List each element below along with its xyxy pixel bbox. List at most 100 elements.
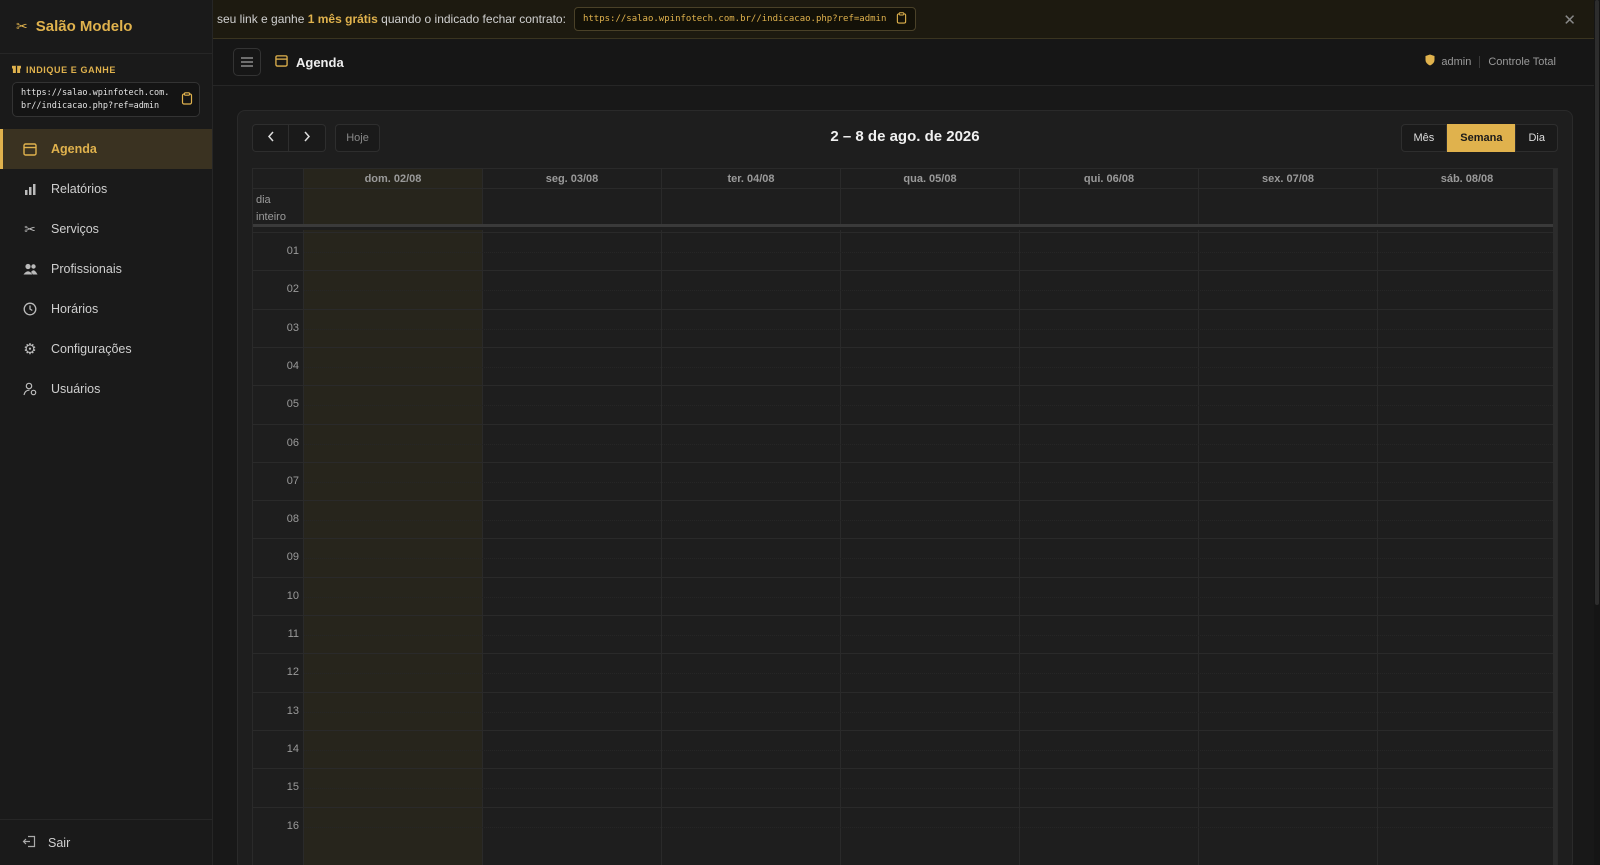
all-day-cell[interactable] <box>662 189 841 224</box>
close-icon[interactable]: ✕ <box>1563 11 1576 29</box>
day-header[interactable]: sex. 07/08 <box>1199 169 1378 188</box>
users-icon <box>22 263 38 275</box>
time-gutter-header <box>253 169 304 188</box>
page-scrollbar[interactable] <box>1594 0 1600 865</box>
brand-name: Salão Modelo <box>35 18 133 35</box>
bar-chart-icon <box>22 183 38 195</box>
day-header[interactable]: qui. 06/08 <box>1020 169 1199 188</box>
hour-label: 11 <box>287 628 299 640</box>
user-area[interactable]: admin Controle Total <box>1425 54 1556 69</box>
view-day-button[interactable]: Dia <box>1515 124 1558 152</box>
sidebar-item-profissionais[interactable]: Profissionais <box>0 249 212 289</box>
sidebar-item-usuarios[interactable]: Usuários <box>0 369 212 409</box>
hour-label: 13 <box>286 704 299 717</box>
sidebar-item-label: Agenda <box>51 142 97 156</box>
half-hour-line <box>304 635 1557 636</box>
all-day-cell[interactable] <box>1020 189 1199 224</box>
gear-icon: ⚙ <box>23 341 37 358</box>
half-hour-line <box>304 826 1557 828</box>
copy-icon[interactable] <box>896 11 907 27</box>
logout-button[interactable]: Sair <box>0 819 213 865</box>
hour-row <box>253 232 1557 271</box>
day-header[interactable]: ter. 04/08 <box>662 169 841 188</box>
day-header-row: dom. 02/08 seg. 03/08 ter. 04/08 qua. 05… <box>253 169 1557 189</box>
page-title: Agenda <box>275 54 344 70</box>
hour-row <box>253 385 1557 424</box>
banner-suffix: quando o indicado fechar contrato: <box>381 12 566 26</box>
clock-icon <box>22 302 38 316</box>
all-day-cell[interactable] <box>1199 189 1378 224</box>
half-hour-line <box>304 443 1557 445</box>
hour-label: 12 <box>286 666 299 679</box>
day-header[interactable]: dom. 02/08 <box>304 169 483 188</box>
view-week-button[interactable]: Semana <box>1447 124 1516 152</box>
hour-label: 09 <box>286 551 299 564</box>
half-hour-line <box>304 481 1557 483</box>
hour-row <box>253 270 1557 309</box>
calendar-title: 2 – 8 de ago. de 2026 <box>830 128 980 145</box>
banner-prefix: seu link e ganhe <box>217 12 305 26</box>
hour-row <box>253 729 1557 769</box>
gift-icon <box>12 64 21 75</box>
banner-url-box[interactable]: https://salao.wpinfotech.com.br//indicac… <box>573 7 917 31</box>
hour-label: 10 <box>286 589 299 602</box>
sidebar-item-horarios[interactable]: Horários <box>0 289 212 329</box>
half-hour-line <box>304 366 1557 368</box>
menu-toggle-button[interactable] <box>233 48 261 76</box>
hour-row <box>253 538 1557 577</box>
day-header[interactable]: seg. 03/08 <box>483 169 662 188</box>
sidebar-item-label: Usuários <box>51 382 101 396</box>
hour-label: 15 <box>286 781 299 794</box>
logout-label: Sair <box>48 835 71 850</box>
hour-row <box>253 576 1557 616</box>
day-header[interactable]: qua. 05/08 <box>841 169 1020 188</box>
refer-link-box: https://salao.wpinfotech.com.br//indicac… <box>12 82 200 117</box>
page-header: Agenda admin Controle Total <box>213 39 1600 86</box>
hour-row <box>253 615 1557 654</box>
hour-label: 03 <box>286 321 299 334</box>
sidebar-item-configuracoes[interactable]: ⚙ Configurações <box>0 329 212 369</box>
sidebar-item-agenda[interactable]: Agenda <box>0 129 212 169</box>
sidebar-item-label: Configurações <box>51 342 132 356</box>
hour-row <box>253 308 1557 348</box>
half-hour-line <box>304 290 1557 292</box>
divider <box>1479 55 1481 68</box>
view-switcher: Mês Semana Dia <box>1400 124 1558 152</box>
hour-label: 02 <box>286 283 299 296</box>
half-hour-line <box>304 596 1557 598</box>
all-day-row: dia inteiro <box>253 189 1557 227</box>
day-header[interactable]: sáb. 08/08 <box>1378 169 1557 188</box>
all-day-cell[interactable] <box>483 189 662 224</box>
sidebar-item-label: Profissionais <box>51 262 122 276</box>
all-day-cell[interactable] <box>1378 189 1557 224</box>
grid-scrollbar[interactable] <box>1553 169 1557 865</box>
calendar-toolbar: Hoje 2 – 8 de ago. de 2026 Mês Semana Di… <box>252 124 1558 152</box>
refer-title-text: INDIQUE E GANHE <box>26 64 117 75</box>
view-month-button[interactable]: Mês <box>1400 124 1448 152</box>
all-day-label-line: inteiro <box>256 211 286 223</box>
refer-url[interactable]: https://salao.wpinfotech.com.br//indicac… <box>21 87 171 113</box>
half-hour-line <box>304 405 1557 407</box>
sidebar-item-relatorios[interactable]: Relatórios <box>0 169 212 209</box>
referral-banner: seu link e ganhe 1 mês grátis quando o i… <box>213 0 1600 39</box>
half-hour-line <box>304 749 1557 751</box>
all-day-cell[interactable] <box>304 189 483 224</box>
sidebar-item-servicos[interactable]: ✂ Serviços <box>0 209 212 249</box>
user-settings-icon <box>22 382 38 396</box>
hour-row <box>253 423 1557 463</box>
hour-row <box>253 768 1557 807</box>
all-day-cell[interactable] <box>841 189 1020 224</box>
hour-row <box>253 691 1557 731</box>
hamburger-icon <box>241 55 253 70</box>
refer-panel: INDIQUE E GANHE https://salao.wpinfotech… <box>0 54 212 117</box>
banner-url: https://salao.wpinfotech.com.br//indicac… <box>582 14 887 24</box>
copy-icon[interactable] <box>181 91 193 108</box>
half-hour-line <box>304 711 1557 713</box>
shield-icon <box>1425 54 1435 69</box>
half-hour-line <box>304 788 1557 790</box>
time-slots-area[interactable]: 01 02 03 04 05 06 07 08 09 10 11 12 13 14 15 16 <box>253 230 1557 865</box>
sidebar-item-label: Serviços <box>51 222 99 236</box>
brand[interactable]: ✂ Salão Modelo <box>0 0 212 54</box>
page-scrollbar-thumb[interactable] <box>1595 0 1599 605</box>
hour-row <box>253 461 1557 501</box>
